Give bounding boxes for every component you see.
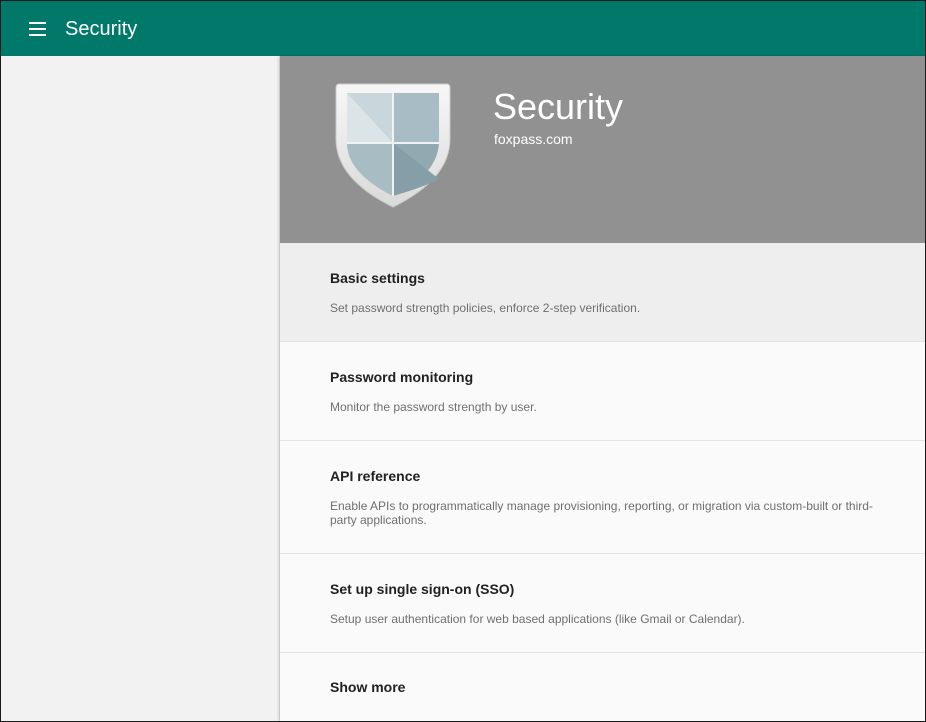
sso-setup-card[interactable]: Set up single sign-on (SSO) Setup user a… bbox=[280, 554, 925, 653]
basic-settings-card[interactable]: Basic settings Set password strength pol… bbox=[280, 243, 925, 342]
card-title: Set up single sign-on (SSO) bbox=[330, 581, 515, 597]
menu-icon-line bbox=[29, 22, 46, 24]
top-app-bar: Security bbox=[1, 1, 925, 56]
app-window: Security Security foxpass.com Basic sett… bbox=[0, 0, 926, 722]
hamburger-menu-icon[interactable] bbox=[23, 15, 51, 43]
card-title: Basic settings bbox=[330, 270, 425, 286]
main-panel: Security foxpass.com Basic settings Set … bbox=[280, 56, 925, 721]
show-more-button[interactable]: Show more bbox=[280, 653, 925, 721]
card-title: API reference bbox=[330, 468, 421, 484]
menu-icon-line bbox=[29, 34, 46, 36]
password-monitoring-card[interactable]: Password monitoring Monitor the password… bbox=[280, 342, 925, 441]
card-description: Setup user authentication for web based … bbox=[330, 612, 745, 626]
api-reference-card[interactable]: API reference Enable APIs to programmati… bbox=[280, 441, 925, 554]
menu-icon-line bbox=[29, 28, 46, 30]
domain-name: foxpass.com bbox=[494, 131, 573, 147]
card-description: Set password strength policies, enforce … bbox=[330, 301, 641, 315]
security-header: Security foxpass.com bbox=[280, 56, 925, 243]
app-title: Security bbox=[65, 18, 138, 40]
page-title: Security bbox=[493, 86, 624, 127]
shield-icon bbox=[335, 83, 451, 208]
card-description: Monitor the password strength by user. bbox=[330, 400, 537, 414]
show-more-label: Show more bbox=[330, 679, 406, 695]
card-title: Password monitoring bbox=[330, 369, 474, 385]
card-description: Enable APIs to programmatically manage p… bbox=[330, 499, 873, 527]
sidebar bbox=[1, 56, 280, 721]
